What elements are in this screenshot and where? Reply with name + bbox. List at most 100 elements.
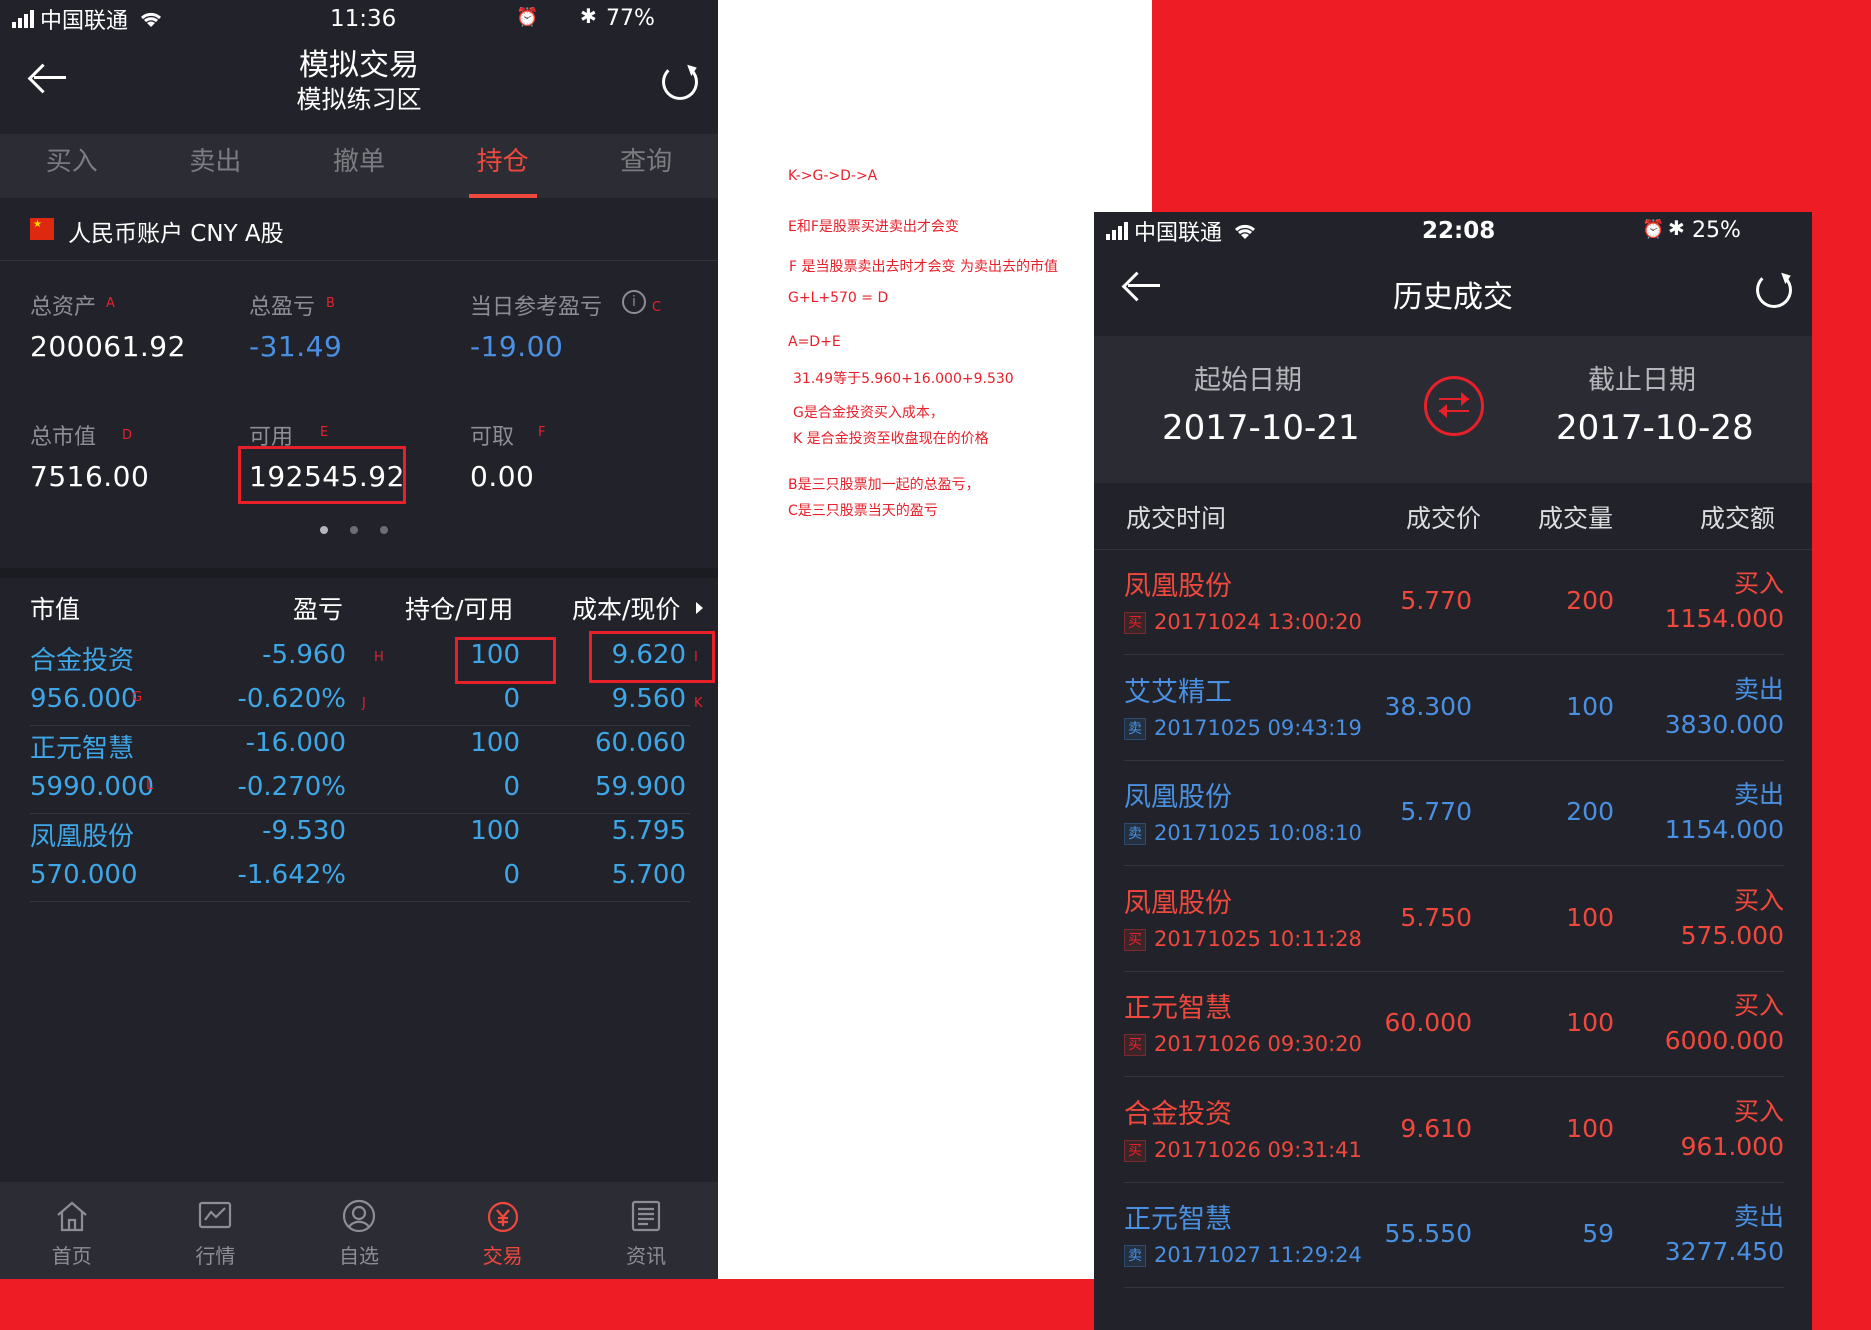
trade-side: 卖出	[1733, 674, 1784, 704]
date-range: 起始日期 2017-10-21 截止日期 2017-10-28	[1094, 336, 1812, 483]
user-icon	[342, 1199, 376, 1233]
refresh-button-right[interactable]	[1756, 272, 1792, 308]
trade-stock-name: 凤凰股份	[1124, 571, 1232, 602]
stock-available: 0	[503, 772, 520, 802]
col-trade-price: 成交价	[1406, 504, 1482, 533]
carrier-right: 中国联通	[1134, 221, 1223, 246]
nav-watchlist[interactable]: 自选	[287, 1182, 431, 1279]
nav-market[interactable]: 行情	[144, 1182, 288, 1279]
trade-row[interactable]: 正元智慧卖 20171027 11:29:24 55.550 59 卖出 3277.450	[1094, 1183, 1812, 1288]
tab-cancel[interactable]: 撤单	[287, 134, 431, 198]
account-row[interactable]: ★ 人民币账户 CNY A股	[0, 198, 718, 261]
stock-price: 5.700	[611, 860, 686, 890]
mark-l: L	[146, 778, 154, 793]
start-date-label: 起始日期	[1194, 365, 1302, 396]
trade-side-tag: 卖	[1124, 1245, 1146, 1267]
col-market-value: 市值	[30, 595, 81, 624]
nav-news[interactable]: 资讯	[574, 1182, 718, 1279]
stock-position: 100	[470, 816, 520, 846]
history-title: 历史成交	[1393, 280, 1513, 315]
total-pl-label: 总盈亏	[249, 295, 316, 320]
trade-stock-name: 正元智慧	[1124, 993, 1232, 1024]
tab-sell[interactable]: 卖出	[144, 134, 288, 198]
nav-home[interactable]: 首页	[0, 1182, 144, 1279]
carrier: 中国联通	[40, 9, 129, 34]
trade-stock-name: 艾艾精工	[1124, 676, 1232, 708]
tab-buy[interactable]: 买入	[0, 134, 144, 198]
trade-side: 买入	[1733, 885, 1784, 915]
stock-price: 9.560	[611, 684, 686, 714]
trade-row[interactable]: 凤凰股份买 20171025 10:11:28 5.750 100 买入 575.000	[1094, 867, 1812, 972]
highlight-box-position	[455, 637, 556, 684]
trade-side-tag: 卖	[1124, 823, 1146, 845]
trade-price: 5.750	[1400, 902, 1472, 932]
end-date[interactable]: 2017-10-28	[1556, 408, 1754, 448]
stock-cost: 5.795	[611, 816, 686, 846]
withdrawable-label: 可取	[470, 425, 515, 450]
battery-percent: 77%	[606, 6, 655, 31]
day-pl-label: 当日参考盈亏	[470, 295, 603, 320]
simulated-trading-screen: 中国联通 11:36 ⏰ ✱ 77% 模拟交易 模拟练习区 买入 卖出 撤单 持…	[0, 0, 718, 1279]
col-cost-price[interactable]: 成本/现价	[572, 590, 680, 626]
bluetooth-icon: ✱	[1668, 216, 1685, 240]
trade-amount: 1154.000	[1664, 604, 1784, 633]
mark-a: A	[106, 296, 115, 311]
total-assets-value: 200061.92	[30, 330, 186, 363]
trade-history-screen: 中国联通 22:08 ⏰ ✱ 25% 历史成交 起始日期 2017-10-21 …	[1094, 212, 1812, 1330]
info-icon[interactable]: i	[622, 290, 646, 314]
home-icon	[57, 1201, 87, 1232]
trade-price: 5.770	[1400, 797, 1472, 826]
trade-row[interactable]: 凤凰股份买 20171024 13:00:20 5.770 200 买入 1154.000	[1094, 550, 1812, 655]
mark-k: K	[694, 696, 703, 711]
position-row[interactable]: 正元智慧 5990.000 L -16.000 -0.270% 100 0 60.060 59.…	[0, 726, 718, 814]
annotation-note: F 是当股票卖出去时才会变 为卖出去的市值	[789, 259, 1058, 275]
trade-side: 买入	[1733, 569, 1784, 598]
market-chart-icon	[199, 1201, 232, 1229]
stock-position: 100	[470, 728, 520, 758]
trade-side-tag: 买	[1124, 928, 1146, 951]
trade-stock-name: 正元智慧	[1124, 1204, 1232, 1235]
withdrawable-value: 0.00	[470, 460, 535, 493]
trade-amount: 6000.000	[1664, 1026, 1784, 1055]
annotation-note: B是三只股票加一起的总盈亏，	[788, 477, 980, 493]
total-assets-label: 总资产	[30, 295, 97, 320]
tab-query[interactable]: 查询	[574, 134, 718, 198]
stock-price: 59.900	[595, 772, 686, 802]
market-value-label: 总市值	[30, 425, 97, 450]
trade-price: 55.550	[1384, 1219, 1472, 1248]
nav-news-label: 资讯	[626, 1244, 667, 1268]
end-date-label: 截止日期	[1588, 365, 1696, 396]
annotation-note: A=D+E	[788, 334, 841, 350]
swap-dates-icon[interactable]	[1424, 376, 1484, 436]
start-date[interactable]: 2017-10-21	[1162, 408, 1360, 448]
account-label: 人民币账户 CNY A股	[68, 221, 284, 247]
col-position: 持仓/可用	[405, 595, 514, 624]
stock-pl: -16.000	[245, 728, 346, 758]
trade-amount: 961.000	[1680, 1131, 1784, 1161]
mark-h: H	[374, 650, 384, 665]
trade-price: 5.770	[1400, 586, 1472, 615]
trade-row[interactable]: 艾艾精工卖 20171025 09:43:19 38.300 100 卖出 3830.00…	[1094, 656, 1812, 761]
stock-cost: 60.060	[595, 728, 686, 758]
tab-positions[interactable]: 持仓	[431, 134, 575, 198]
refresh-button[interactable]	[662, 64, 698, 100]
bluetooth-icon: ✱	[580, 4, 597, 28]
status-bar-right: 中国联通 22:08 ⏰ ✱ 25%	[1094, 212, 1812, 250]
position-row[interactable]: 凤凰股份 570.000 -9.530 -1.642% 100 0 5.795 5.700	[0, 814, 718, 902]
trade-row[interactable]: 正元智慧买 20171026 09:30:20 60.000 100 买入 6000.00…	[1094, 972, 1812, 1077]
chevron-right-icon[interactable]	[696, 602, 703, 614]
nav-trade[interactable]: 交易	[431, 1182, 575, 1279]
trade-amount: 1154.000	[1664, 815, 1784, 844]
status-time-right: 22:08	[1422, 218, 1496, 244]
trade-row[interactable]: 凤凰股份卖 20171025 10:08:10 5.770 200 卖出 1154.000	[1094, 761, 1812, 866]
mark-c: C	[652, 300, 662, 315]
row-divider	[30, 901, 690, 902]
page-subtitle: 模拟练习区	[296, 85, 422, 114]
china-flag-icon: ★	[30, 218, 54, 240]
trade-row[interactable]: 合金投资买 20171026 09:31:41 9.610 100 买入 961.000	[1094, 1078, 1812, 1183]
market-value-value: 7516.00	[30, 460, 150, 493]
trade-amount: 3277.450	[1664, 1237, 1784, 1266]
trade-stock-name: 凤凰股份	[1124, 887, 1232, 919]
highlight-box-cost	[589, 631, 715, 683]
annotation-note: E和F是股票买进卖出才会变	[788, 219, 959, 235]
